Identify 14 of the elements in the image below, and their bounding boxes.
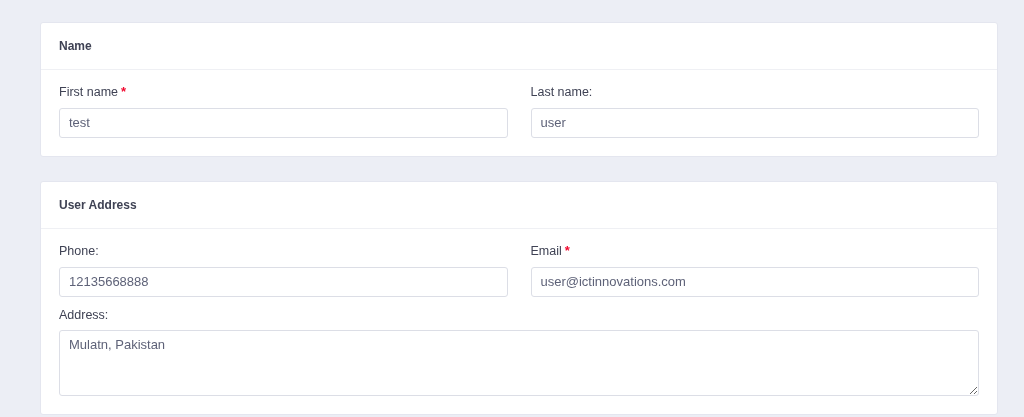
field-label: Phone: bbox=[59, 242, 99, 260]
card-title: User Address bbox=[41, 181, 997, 229]
field-label: Address: bbox=[59, 306, 109, 324]
field-label: First name bbox=[59, 84, 119, 101]
address-field[interactable]: Mulatn, Pakistan bbox=[59, 330, 979, 397]
text-field[interactable]: user bbox=[530, 107, 979, 138]
required-mark: * bbox=[564, 242, 570, 258]
text-field[interactable]: user@ictinnovations.com bbox=[530, 266, 979, 297]
field-label: Last name: bbox=[530, 84, 593, 101]
card-title: Name bbox=[41, 23, 997, 70]
field-label: Email bbox=[530, 242, 562, 260]
required-mark: * bbox=[121, 84, 127, 99]
text-field[interactable]: test bbox=[59, 107, 508, 138]
text-field[interactable]: 12135668888 bbox=[59, 266, 508, 297]
